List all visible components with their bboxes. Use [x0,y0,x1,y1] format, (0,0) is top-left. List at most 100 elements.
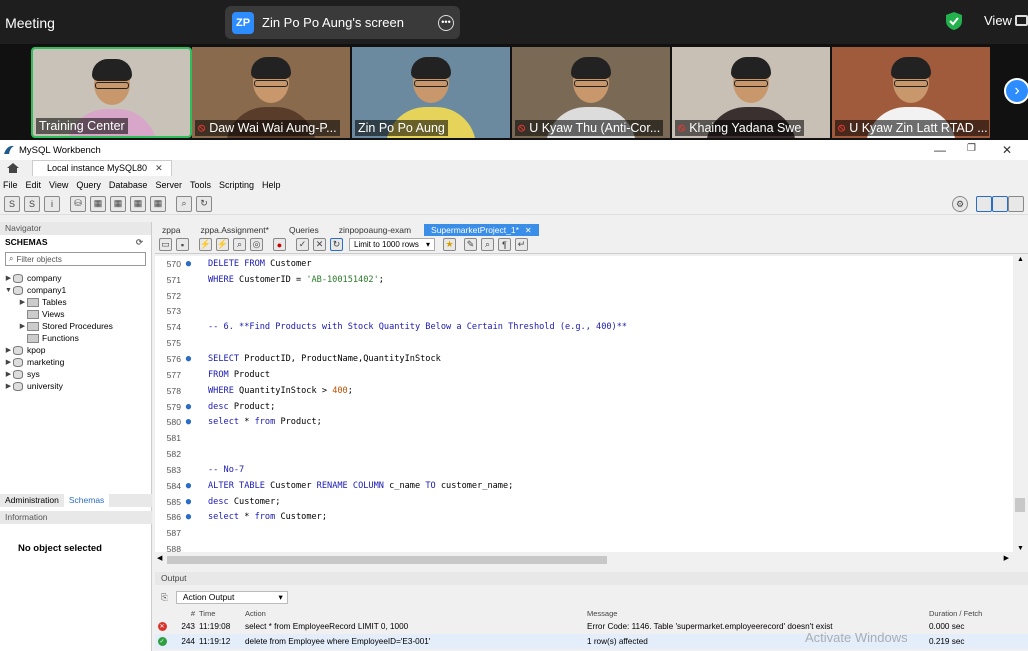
col-duration[interactable]: Duration / Fetch [929,609,1009,618]
refresh-schemas-icon[interactable]: ⟳ [136,235,143,250]
inspector-icon[interactable]: i [44,195,60,212]
invisible-chars-icon[interactable]: ¶ [498,238,511,251]
col-message[interactable]: Message [587,609,929,618]
code-line[interactable]: 587 [155,525,1013,541]
wrap-lines-icon[interactable]: ↵ [515,238,528,251]
tree-node[interactable]: Views [0,308,151,320]
security-shield-icon[interactable] [944,11,964,31]
close-tab-icon[interactable]: ✕ [525,226,532,235]
auto-commit-icon[interactable]: ↻ [330,238,343,251]
code-line[interactable]: 572 [155,288,1013,304]
more-options-icon[interactable]: ••• [438,14,454,31]
stop-icon[interactable]: ◎ [250,238,263,251]
beautify-icon[interactable]: ✎ [464,238,477,251]
create-function-icon[interactable]: ▦ [150,195,166,212]
code-editor[interactable]: 570 ● DELETE FROM Customer 571 WHERE Custome… [155,256,1013,552]
tab-administration[interactable]: Administration [0,494,64,507]
settings-gear-icon[interactable]: ⚙ [952,196,968,212]
participant-tile[interactable]: ⦸ U Kyaw Thu (Anti-Cor... [512,47,670,138]
copy-output-icon[interactable]: ⎘ [161,592,168,603]
code-line[interactable]: 576 ● SELECT ProductID, ProductName,Quanti… [155,351,1013,367]
output-type-select[interactable]: Action Output ▾ [175,590,288,604]
col-time[interactable]: Time [199,609,245,618]
tree-node[interactable]: ▶ marketing [0,356,151,368]
tree-node[interactable]: Functions [0,332,151,344]
menu-scripting[interactable]: Scripting [219,180,254,190]
close-tab-icon[interactable]: ✕ [155,163,163,174]
code-line[interactable]: 588 [155,541,1013,552]
expand-arrow-icon[interactable]: ▶ [4,370,13,378]
connection-tab[interactable]: Local instance MySQL80 ✕ [32,160,172,176]
search-table-data-icon[interactable]: ⌕ [176,195,192,212]
scroll-left-icon[interactable]: ◀ [157,554,162,562]
menu-database[interactable]: Database [109,180,148,190]
tab-schemas[interactable]: Schemas [63,494,110,507]
tree-node[interactable]: ▶ university [0,380,151,392]
participant-tile[interactable]: ⦸ U Kyaw Zin Latt RTAD ... [832,47,990,138]
code-line[interactable]: 580 ● select * from Product; [155,414,1013,430]
open-sql-script-icon[interactable]: S [24,195,40,212]
code-line[interactable]: 573 [155,304,1013,320]
add-snippet-icon[interactable]: ★ [443,238,456,251]
code-line[interactable]: 584 ● ALTER TABLE Customer RENAME COLUMN c… [155,478,1013,494]
meeting-menu[interactable]: ⁝ Meeting [0,13,55,33]
code-line[interactable]: 575 [155,335,1013,351]
minimize-icon[interactable]: — [934,143,946,157]
create-schema-icon[interactable]: ⛁ [70,195,86,212]
new-sql-tab-icon[interactable]: S [4,195,20,212]
participant-tile[interactable]: Zin Po Po Aung [352,47,510,138]
scroll-up-icon[interactable]: ▲ [1013,256,1028,263]
view-grid-icon[interactable] [1015,15,1028,26]
explain-icon[interactable]: ⌕ [233,238,246,251]
menu-help[interactable]: Help [262,180,281,190]
code-line[interactable]: 583 -- No-7 [155,462,1013,478]
tree-node[interactable]: ▶ Stored Procedures [0,320,151,332]
editor-horizontal-scrollbar[interactable]: ◀ ▶ [155,554,1013,566]
view-button[interactable]: View [984,13,1012,28]
toggle-sidebar-icon[interactable] [976,196,992,212]
tree-node[interactable]: ▼ company1 [0,284,151,296]
code-line[interactable]: 581 [155,430,1013,446]
code-line[interactable]: 586 ● select * from Customer; [155,510,1013,526]
code-line[interactable]: 578 WHERE QuantityInStock > 400; [155,383,1013,399]
tree-node[interactable]: ▶ Tables [0,296,151,308]
expand-arrow-icon[interactable]: ▶ [4,382,13,390]
expand-arrow-icon[interactable]: ▶ [18,322,27,330]
expand-arrow-icon[interactable]: ▶ [4,274,13,282]
query-tab[interactable]: zppa.Assignment* [193,224,276,236]
open-file-icon[interactable]: ▭ [159,238,172,251]
code-line[interactable]: 579 ● desc Product; [155,399,1013,415]
expand-arrow-icon[interactable]: ▶ [4,358,13,366]
tree-node[interactable]: ▶ kpop [0,344,151,356]
tree-node[interactable]: ▶ sys [0,368,151,380]
scroll-right-icon[interactable]: ▶ [1004,554,1009,562]
next-page-arrow-icon[interactable]: › [1004,78,1028,104]
code-line[interactable]: 582 [155,446,1013,462]
toggle-output-icon[interactable] [992,196,1008,212]
menu-edit[interactable]: Edit [26,180,42,190]
find-icon[interactable]: ⌕ [481,238,494,251]
create-view-icon[interactable]: ▦ [110,195,126,212]
query-tab[interactable]: zinpopoaung-exam [332,224,418,236]
code-line[interactable]: 585 ● desc Customer; [155,494,1013,510]
col-num[interactable]: # [169,609,199,618]
filter-objects-input[interactable]: ⌕ Filter objects [5,252,146,266]
toggle-secondary-sidebar-icon[interactable] [1008,196,1024,212]
reconnect-icon[interactable]: ↻ [196,195,212,212]
rollback-icon[interactable]: ✕ [313,238,326,251]
home-icon[interactable] [6,162,20,174]
scroll-down-icon[interactable]: ▼ [1013,545,1028,552]
menu-file[interactable]: File [3,180,18,190]
tree-node[interactable]: ▶ company [0,272,151,284]
query-tab[interactable]: SupermarketProject_1* ✕ [424,224,539,236]
create-table-icon[interactable]: ▦ [90,195,106,212]
code-line[interactable]: 570 ● DELETE FROM Customer [155,256,1013,272]
participant-tile[interactable]: ⦸ Khaing Yadana Swe [672,47,830,138]
close-icon[interactable]: ✕ [1002,143,1012,157]
query-tab[interactable]: zppa [155,224,187,236]
editor-vertical-scrollbar[interactable]: ▲ ▼ [1013,256,1028,552]
commit-icon[interactable]: ✓ [296,238,309,251]
screen-share-indicator[interactable]: ZP Zin Po Po Aung's screen ••• [225,6,460,39]
query-tab[interactable]: Queries [282,224,326,236]
toggle-continue-on-error-icon[interactable]: ● [273,238,286,251]
